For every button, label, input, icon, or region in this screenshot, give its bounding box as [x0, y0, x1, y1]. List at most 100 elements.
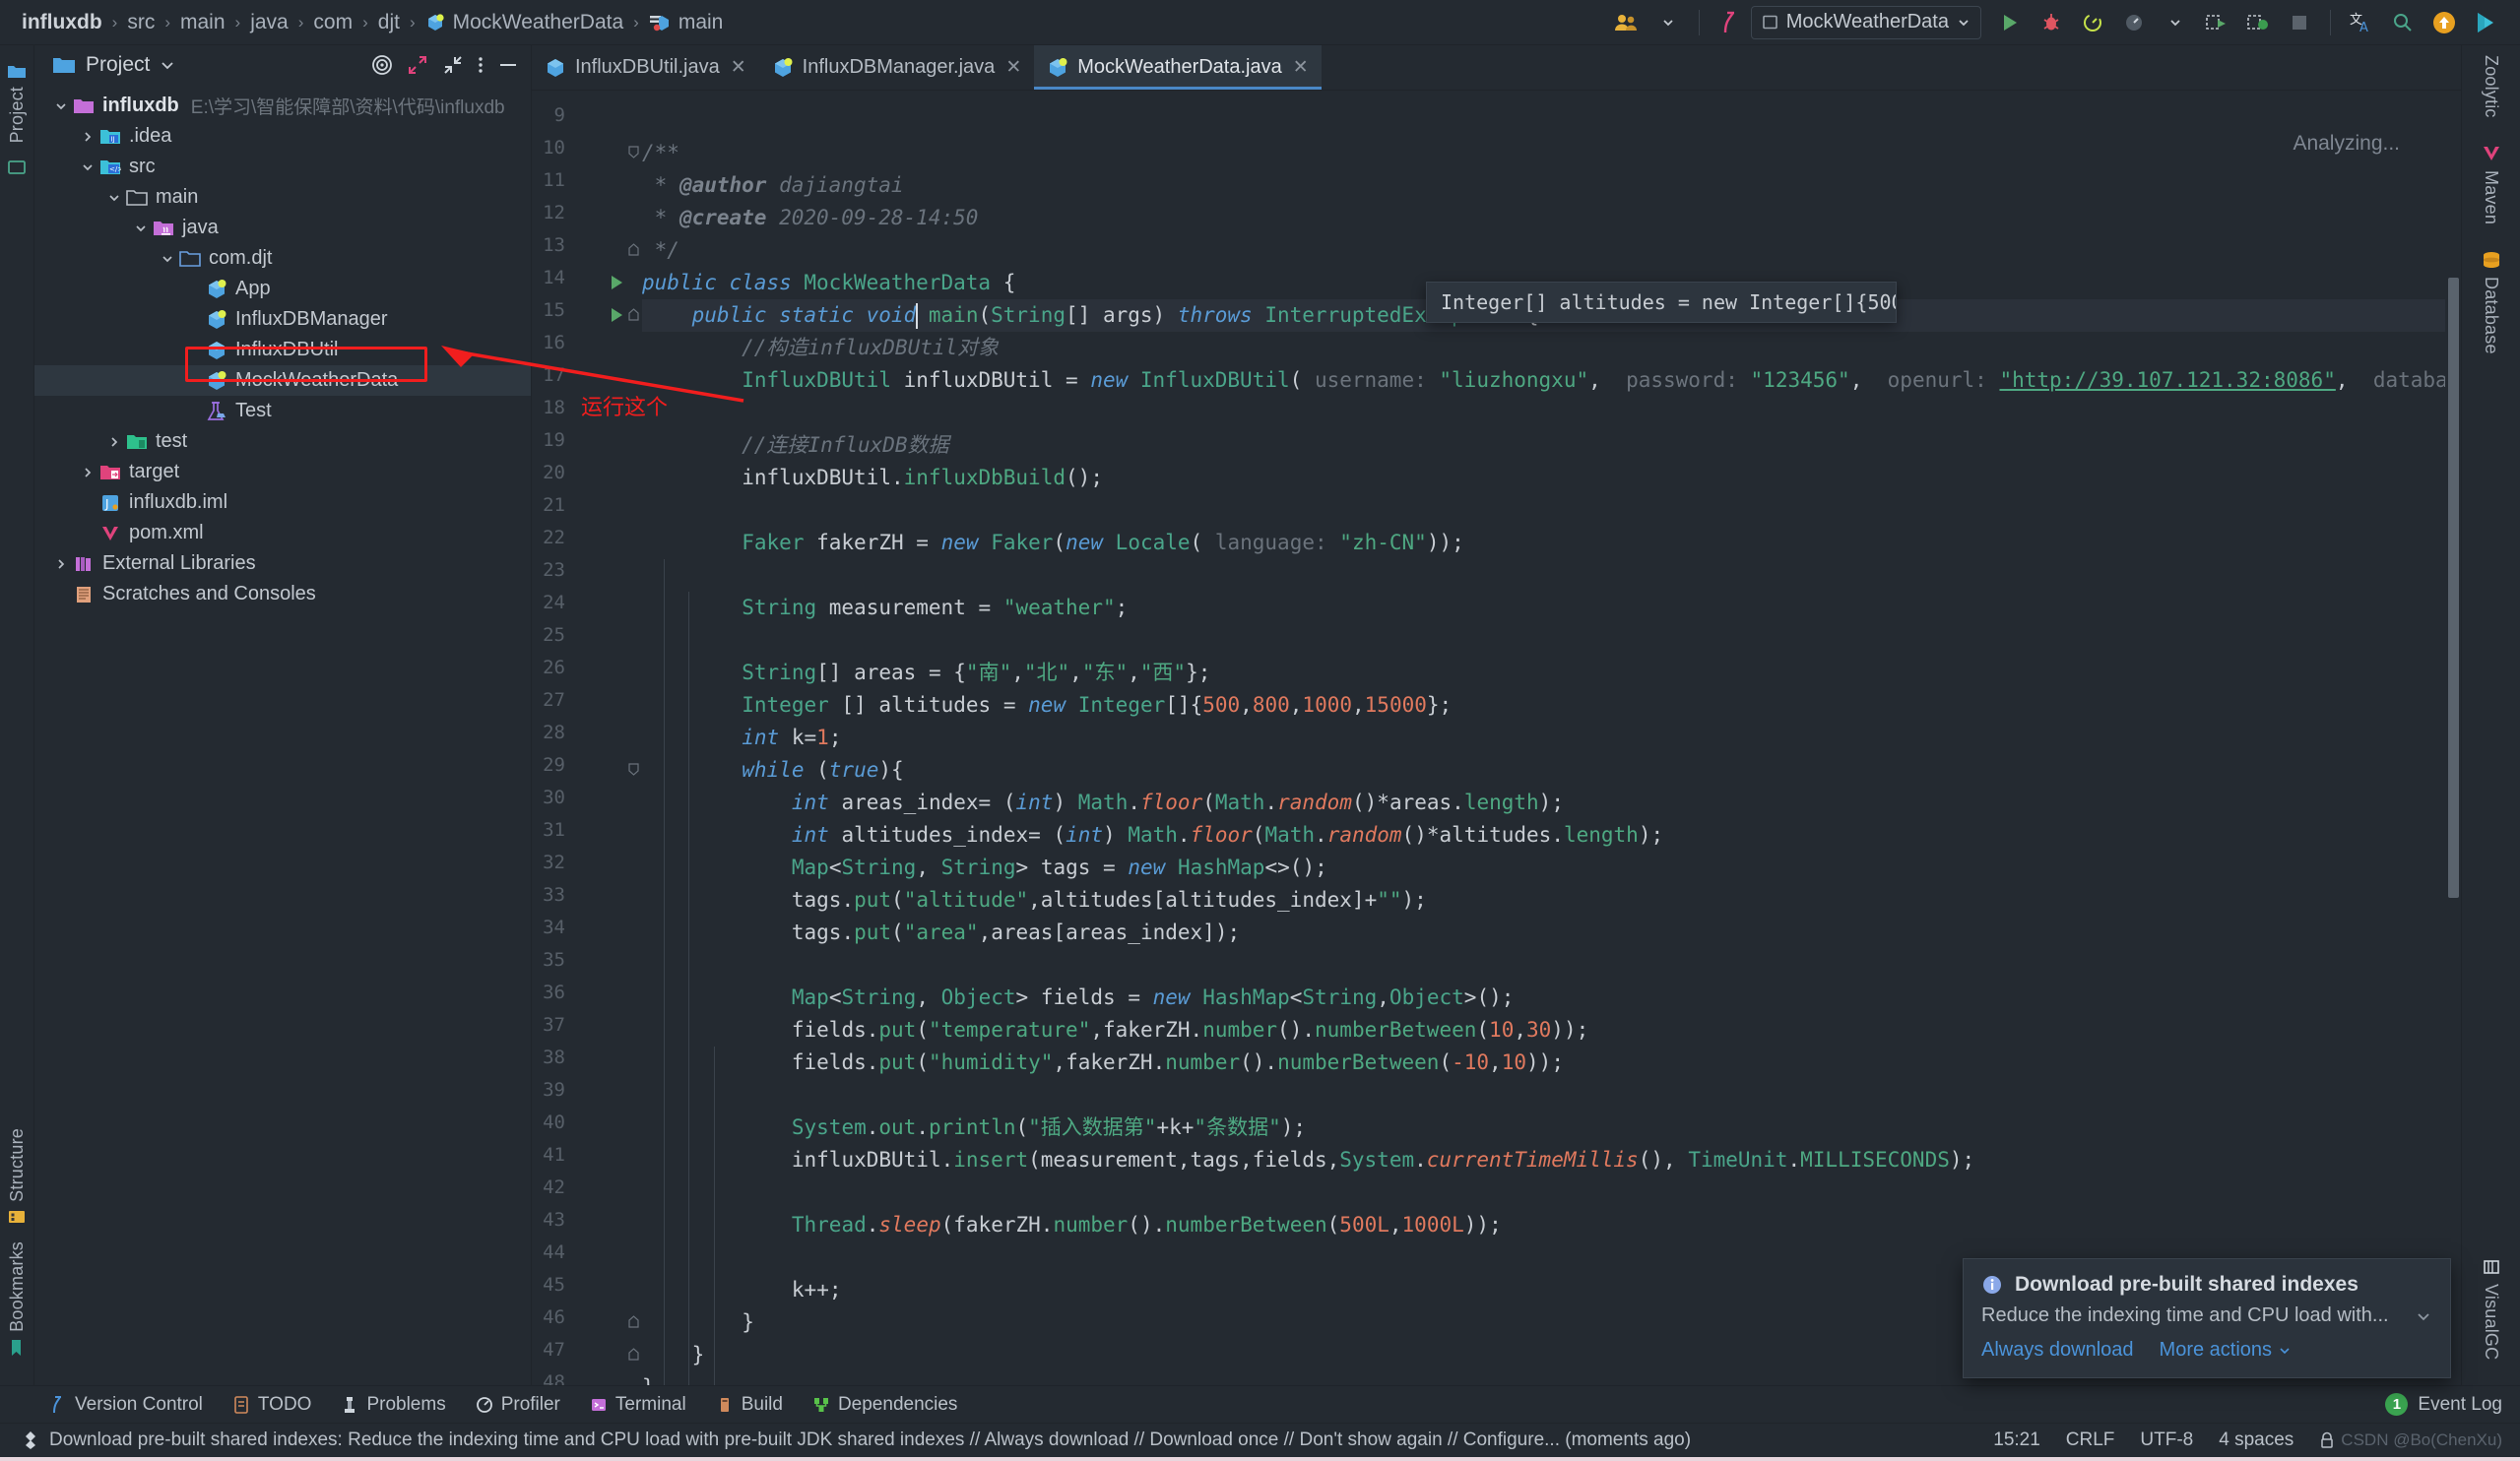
- fold-marker[interactable]: [628, 763, 639, 777]
- profiler-icon[interactable]: [2113, 5, 2155, 40]
- editor-scrollbar[interactable]: [2445, 91, 2461, 1385]
- code-line[interactable]: tags.put("area",areas[areas_index]);: [642, 917, 1240, 949]
- code-line[interactable]: }: [642, 1339, 705, 1371]
- code-editor[interactable]: 9 10 11 12 13 14 15 16 17 18 19 20 21 22 23 24 25 26 27 28 2…: [532, 91, 2461, 1385]
- strip-item-zoolytic[interactable]: Zoolytic: [2481, 55, 2501, 118]
- breadcrumb-item-method[interactable]: main: [678, 11, 724, 34]
- editor-tab-influxdbutil[interactable]: InfluxDBUtil.java ✕: [532, 45, 759, 90]
- breadcrumb-item-src[interactable]: src: [127, 11, 155, 34]
- chevron-down-icon[interactable]: [2415, 1309, 2432, 1323]
- expand-icon[interactable]: [407, 54, 428, 76]
- code-line[interactable]: int k=1;: [642, 722, 841, 754]
- more-actions-link[interactable]: More actions: [2160, 1339, 2293, 1362]
- strip-item-database[interactable]: Database: [2481, 250, 2502, 353]
- chevron-right-icon[interactable]: [105, 433, 122, 450]
- code-line[interactable]: }: [642, 1371, 655, 1385]
- code-line[interactable]: Integer [] altitudes = new Integer[]{500…: [642, 689, 1452, 722]
- chevron-down-icon[interactable]: [1648, 5, 1689, 40]
- code-line[interactable]: //连接InfluxDB数据: [642, 429, 948, 462]
- code-line[interactable]: k++;: [642, 1274, 842, 1306]
- chevron-down-icon[interactable]: [132, 220, 149, 236]
- tree-node--idea[interactable]: IJ .idea: [34, 121, 531, 152]
- chevron-down-icon[interactable]: [160, 57, 175, 73]
- tree-node-app[interactable]: App: [34, 274, 531, 304]
- bottom-tab-build[interactable]: Build: [716, 1394, 783, 1416]
- bottom-tab-version-control[interactable]: Version Control: [49, 1394, 203, 1416]
- code-line[interactable]: int altitudes_index= (int) Math.floor(Ma…: [642, 819, 1663, 852]
- tree-node-influxdb[interactable]: influxdb E:\学习\智能保障部\资料\代码\influxdb: [34, 91, 531, 121]
- fold-marker[interactable]: [628, 243, 639, 257]
- code-line[interactable]: */: [642, 234, 679, 267]
- search-icon[interactable]: [2382, 5, 2423, 40]
- strip-item-maven[interactable]: Maven: [2481, 144, 2502, 224]
- code-line[interactable]: fields.put("humidity",fakerZH.number().n…: [642, 1047, 1564, 1079]
- code-line[interactable]: System.out.println("插入数据第"+k+"条数据");: [642, 1112, 1306, 1144]
- strip-item-commit[interactable]: [7, 151, 27, 184]
- breadcrumb-item-djt[interactable]: djt: [378, 11, 400, 34]
- close-icon[interactable]: ✕: [731, 56, 746, 79]
- strip-item-visualgc[interactable]: VisualGC: [2481, 1257, 2502, 1360]
- lock-icon[interactable]: [2319, 1431, 2335, 1449]
- tree-node-influxdb-iml[interactable]: Jinfluxdb.iml: [34, 487, 531, 518]
- bottom-tab-terminal[interactable]: Terminal: [590, 1394, 686, 1416]
- fold-marker[interactable]: [628, 1315, 639, 1329]
- collapse-icon[interactable]: [442, 54, 464, 76]
- more-icon[interactable]: [478, 54, 484, 76]
- strip-item-structure[interactable]: Structure: [7, 1120, 28, 1234]
- plugin-icon[interactable]: [2465, 5, 2506, 40]
- chevron-down-icon[interactable]: [52, 97, 69, 114]
- branch-icon[interactable]: [1710, 5, 1751, 40]
- code-line[interactable]: * @author dajiangtai: [642, 169, 904, 202]
- tree-node-java[interactable]: java: [34, 213, 531, 243]
- scrollbar-thumb[interactable]: [2448, 278, 2459, 898]
- chevron-down-icon[interactable]: [105, 189, 122, 206]
- run-with-icon[interactable]: [2196, 5, 2237, 40]
- close-icon[interactable]: ✕: [1293, 56, 1309, 79]
- tree-node-main[interactable]: main: [34, 182, 531, 213]
- status-indent[interactable]: 4 spaces: [2219, 1429, 2294, 1451]
- code-line[interactable]: fields.put("temperature",fakerZH.number(…: [642, 1014, 1588, 1047]
- event-icon[interactable]: [22, 1430, 39, 1450]
- status-message[interactable]: Download pre-built shared indexes: Reduc…: [49, 1429, 1691, 1451]
- breadcrumb-item-main[interactable]: main: [180, 11, 226, 34]
- run-icon[interactable]: [1989, 5, 2031, 40]
- code-line[interactable]: Faker fakerZH = new Faker(new Locale( la…: [642, 527, 1464, 559]
- event-log-button[interactable]: 1 Event Log: [2385, 1393, 2520, 1416]
- status-line-separator[interactable]: CRLF: [2066, 1429, 2115, 1451]
- bottom-tab-profiler[interactable]: Profiler: [476, 1394, 560, 1416]
- code-line[interactable]: public class MockWeatherData {: [642, 267, 1015, 299]
- code-line[interactable]: influxDBUtil.influxDbBuild();: [642, 462, 1103, 494]
- tree-node-src[interactable]: </> src: [34, 152, 531, 182]
- coverage-icon[interactable]: [2072, 5, 2113, 40]
- code-line[interactable]: while (true){: [642, 754, 903, 787]
- tree-node-test[interactable]: test: [34, 426, 531, 457]
- chevron-right-icon[interactable]: [79, 128, 96, 145]
- chevron-down-icon[interactable]: [2155, 5, 2196, 40]
- chevron-right-icon[interactable]: [79, 464, 96, 480]
- run-gutter-icon[interactable]: [609, 274, 624, 291]
- target-icon[interactable]: [371, 54, 393, 76]
- code-line[interactable]: }: [642, 1306, 754, 1339]
- tree-node-external-libraries[interactable]: External Libraries: [34, 548, 531, 579]
- code-line[interactable]: String[] areas = {"南","北","东","西"};: [642, 657, 1210, 689]
- debug-icon[interactable]: [2031, 5, 2072, 40]
- tree-node-scratches-and-consoles[interactable]: Scratches and Consoles: [34, 579, 531, 609]
- stop-icon[interactable]: [2279, 5, 2320, 40]
- users-icon[interactable]: [1606, 5, 1648, 40]
- breadcrumb-item-class[interactable]: MockWeatherData: [453, 11, 624, 34]
- strip-item-bookmarks[interactable]: Bookmarks: [7, 1234, 28, 1366]
- chevron-down-icon[interactable]: [159, 250, 175, 267]
- editor-tab-mockweatherdata[interactable]: MockWeatherData.java ✕: [1034, 45, 1323, 90]
- tree-node-com-djt[interactable]: com.djt: [34, 243, 531, 274]
- run-gutter-icon[interactable]: [609, 306, 624, 324]
- strip-item-project[interactable]: Project: [7, 55, 28, 151]
- tree-node-pom-xml[interactable]: pom.xml: [34, 518, 531, 548]
- hide-icon[interactable]: [497, 54, 519, 76]
- tree-node-influxdbmanager[interactable]: InfluxDBManager: [34, 304, 531, 335]
- code-line[interactable]: Map<String, Object> fields = new HashMap…: [642, 982, 1515, 1014]
- code-line[interactable]: influxDBUtil.insert(measurement,tags,fie…: [642, 1144, 1974, 1176]
- code-line[interactable]: String measurement = "weather";: [642, 592, 1128, 624]
- bottom-tab-dependencies[interactable]: Dependencies: [812, 1394, 957, 1416]
- translate-icon[interactable]: 文A: [2341, 5, 2382, 40]
- status-encoding[interactable]: UTF-8: [2140, 1429, 2193, 1451]
